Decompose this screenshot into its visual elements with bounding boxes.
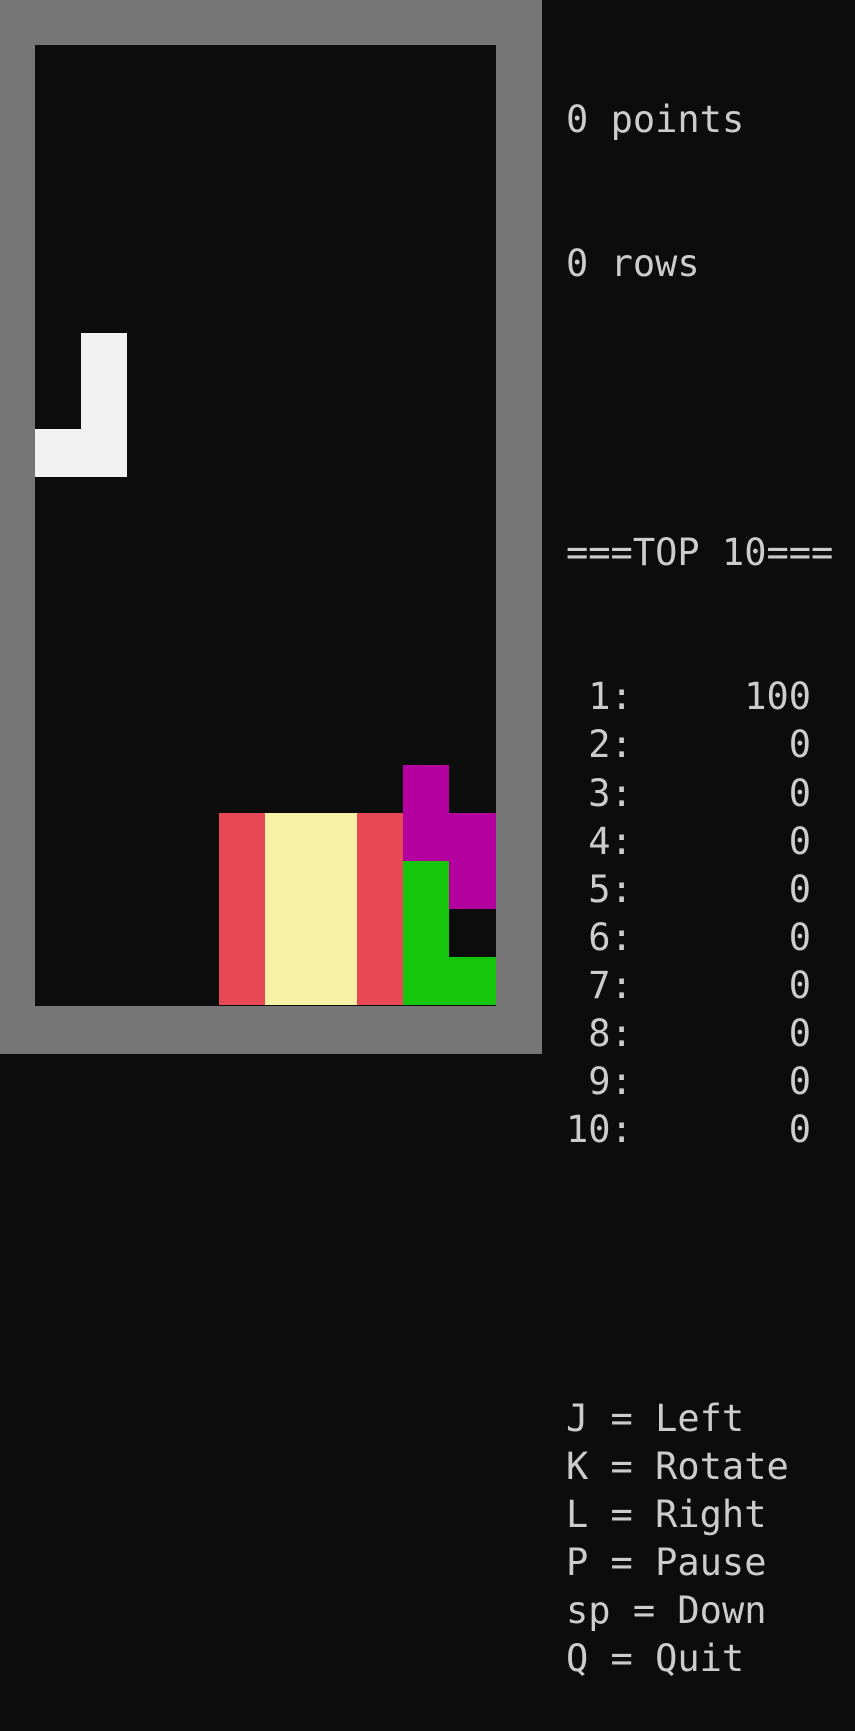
falling-piece-block [35, 429, 81, 477]
control-hint: J = Left [566, 1396, 745, 1440]
control-key: P [566, 1541, 589, 1584]
locked-block [449, 861, 496, 909]
locked-block [219, 909, 265, 957]
top10-list: 1: 100 2: 0 3: 0 4: 0 5: 0 6: 0 7: 0 8: … [566, 673, 855, 1154]
falling-piece-block [81, 333, 127, 381]
locked-block [219, 957, 265, 1005]
top10-score: 0 [788, 819, 812, 863]
control-action: Quit [655, 1637, 745, 1681]
control-action: Rotate [655, 1444, 789, 1488]
control-action: Down [677, 1589, 767, 1633]
top10-entry: 4: 0 [566, 818, 855, 866]
top10-entry: 5: 0 [566, 866, 855, 914]
control-action: Left [655, 1396, 745, 1440]
locked-block [357, 909, 403, 957]
control-hint: L = Right [566, 1492, 767, 1536]
top10-score: 0 [788, 867, 812, 911]
top10-rank: 4: [566, 819, 633, 863]
locked-block [403, 957, 449, 1005]
top10-score: 0 [788, 1011, 812, 1055]
locked-block [357, 957, 403, 1005]
control-key: K [566, 1444, 589, 1488]
points-value: 0 [566, 98, 589, 142]
top10-header: ===TOP 10=== [566, 531, 834, 575]
falling-piece-block [81, 429, 127, 477]
top10-entry: 10: 0 [566, 1106, 855, 1154]
top10-rank: 10: [566, 1108, 633, 1152]
top10-score: 0 [788, 1108, 812, 1152]
top10-score: 0 [788, 723, 812, 767]
top10-score: 0 [788, 771, 812, 815]
top10-entry: 1: 100 [566, 673, 855, 721]
top10-rank: 3: [566, 771, 633, 815]
control-hint: sp = Down [566, 1589, 767, 1633]
top10-rank: 9: [566, 1060, 633, 1104]
top10-entry: 8: 0 [566, 1010, 855, 1058]
locked-block [449, 813, 496, 861]
control-hint: P = Pause [566, 1541, 767, 1584]
top10-rank: 1: [566, 675, 633, 719]
top10-score: 0 [788, 1060, 812, 1104]
top10-rank: 2: [566, 723, 633, 767]
points-label: points [610, 98, 745, 142]
control-hint: K = Rotate [566, 1444, 789, 1488]
locked-block [265, 957, 311, 1005]
control-hint: Q = Quit [566, 1637, 745, 1681]
top10-rank: 7: [566, 963, 633, 1007]
locked-block [403, 909, 449, 957]
control-key: Q [566, 1637, 589, 1681]
locked-block [449, 957, 496, 1005]
locked-block [219, 861, 265, 909]
board-frame [0, 0, 542, 1054]
control-action: Right [655, 1492, 767, 1536]
rows-value: 0 [566, 242, 589, 286]
locked-block [265, 909, 311, 957]
locked-block [311, 909, 357, 957]
top10-score: 0 [788, 963, 812, 1007]
top10-entry: 2: 0 [566, 721, 855, 769]
points-display: 0 points [566, 96, 855, 144]
falling-piece-block [81, 381, 127, 429]
locked-block [357, 813, 403, 861]
locked-block [403, 765, 449, 813]
locked-block [357, 861, 403, 909]
locked-block [265, 813, 311, 861]
locked-block [403, 861, 449, 909]
rows-display: 0 rows [566, 240, 855, 288]
control-key: sp [566, 1589, 611, 1633]
top10-entry: 6: 0 [566, 914, 855, 962]
playfield [35, 45, 496, 1006]
control-key: J [566, 1396, 589, 1440]
top10-rank: 6: [566, 915, 633, 959]
locked-block [311, 813, 357, 861]
top10-score: 0 [788, 915, 812, 959]
top10-rank: 8: [566, 1011, 633, 1055]
side-panel: 0 points 0 rows ===TOP 10=== 1: 100 2: 0… [566, 0, 855, 1731]
top10-rank: 5: [566, 867, 633, 911]
rows-label: rows [610, 242, 700, 286]
locked-block [403, 813, 449, 861]
top10-entry: 9: 0 [566, 1058, 855, 1106]
controls-list: J = Left K = Rotate L = Right P = Pause sp =… [566, 1395, 855, 1684]
top10-score: 100 [744, 675, 812, 719]
locked-block [265, 861, 311, 909]
locked-block [219, 813, 265, 861]
control-action: Pause [655, 1541, 767, 1584]
control-key: L [566, 1492, 589, 1536]
locked-block [311, 957, 357, 1005]
top10-entry: 7: 0 [566, 962, 855, 1010]
top10-entry: 3: 0 [566, 770, 855, 818]
locked-block [311, 861, 357, 909]
